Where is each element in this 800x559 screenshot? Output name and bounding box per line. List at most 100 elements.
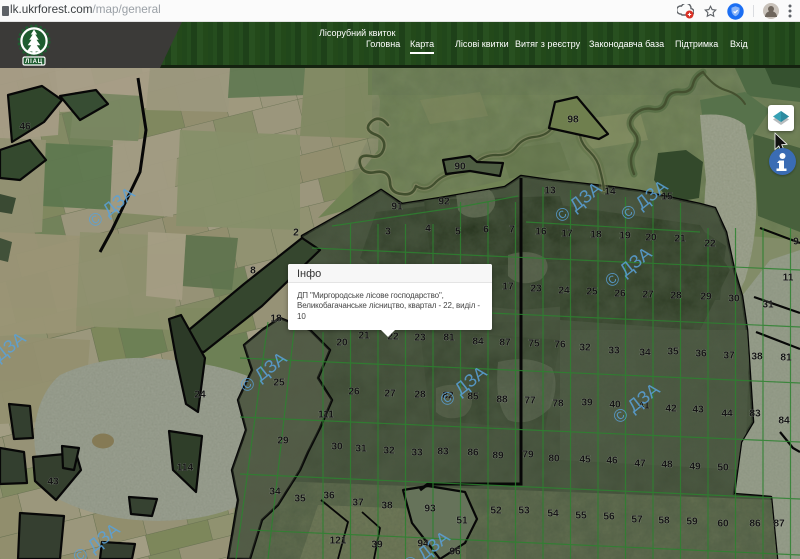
svg-text:7: 7 [509,225,515,236]
svg-text:34: 34 [269,487,281,498]
svg-text:35: 35 [667,347,679,358]
svg-text:58: 58 [658,516,670,527]
svg-text:26: 26 [348,387,360,398]
svg-text:88: 88 [496,395,508,406]
svg-text:60: 60 [717,519,729,530]
svg-text:37: 37 [723,351,735,362]
svg-text:121: 121 [330,536,347,547]
svg-text:20: 20 [336,338,348,349]
svg-text:80: 80 [548,454,560,465]
svg-text:31: 31 [355,444,367,455]
svg-text:25: 25 [586,287,598,298]
svg-text:46: 46 [606,456,618,467]
svg-text:56: 56 [603,512,615,523]
svg-text:23: 23 [414,333,426,344]
svg-text:28: 28 [670,291,682,302]
svg-text:20: 20 [645,233,657,244]
svg-text:91: 91 [391,202,403,213]
svg-text:75: 75 [528,339,540,350]
svg-text:19: 19 [619,231,631,242]
svg-text:76: 76 [554,340,566,351]
svg-text:89: 89 [492,451,504,462]
svg-text:38: 38 [751,352,763,363]
svg-text:77: 77 [524,396,536,407]
svg-text:9: 9 [793,237,799,248]
svg-text:98: 98 [567,115,579,126]
svg-text:46: 46 [19,122,31,133]
svg-text:93: 93 [424,504,436,515]
svg-text:78: 78 [552,399,564,410]
svg-text:53: 53 [518,506,530,517]
svg-text:30: 30 [331,442,343,453]
svg-text:4: 4 [425,224,431,235]
svg-text:49: 49 [689,462,701,473]
svg-text:83: 83 [749,409,761,420]
svg-text:29: 29 [277,436,289,447]
svg-text:3: 3 [385,227,391,238]
svg-text:84: 84 [778,416,790,427]
svg-text:114: 114 [177,463,194,474]
svg-text:87: 87 [499,338,511,349]
svg-text:44: 44 [721,409,733,420]
svg-text:45: 45 [579,455,591,466]
svg-text:57: 57 [631,515,643,526]
svg-text:23: 23 [530,284,542,295]
svg-text:43: 43 [47,477,59,488]
svg-text:11: 11 [783,273,794,284]
svg-text:27: 27 [384,389,396,400]
svg-text:5: 5 [455,227,461,238]
svg-text:27: 27 [642,290,654,301]
svg-text:25: 25 [273,378,285,389]
svg-text:17: 17 [502,282,514,293]
svg-text:84: 84 [472,337,484,348]
svg-text:36: 36 [323,491,335,502]
svg-text:18: 18 [270,314,282,325]
svg-text:13: 13 [544,186,556,197]
svg-text:51: 51 [456,516,468,527]
svg-text:92: 92 [438,197,450,208]
svg-text:18: 18 [590,230,602,241]
svg-text:42: 42 [665,404,677,415]
svg-text:86: 86 [467,448,479,459]
svg-text:28: 28 [414,390,426,401]
svg-text:21: 21 [358,331,370,342]
svg-text:111: 111 [318,410,334,421]
svg-text:50: 50 [717,463,729,474]
svg-text:52: 52 [490,506,502,517]
svg-text:21: 21 [674,234,686,245]
svg-text:47: 47 [634,459,646,470]
svg-text:39: 39 [371,540,383,551]
svg-text:37: 37 [352,498,364,509]
svg-text:87: 87 [773,519,785,530]
svg-text:33: 33 [608,346,620,357]
svg-text:24: 24 [194,390,206,401]
svg-text:14: 14 [604,187,616,198]
svg-text:36: 36 [695,349,707,360]
svg-text:24: 24 [558,286,570,297]
svg-text:30: 30 [728,294,740,305]
svg-text:22: 22 [704,239,716,250]
svg-text:86: 86 [749,519,761,530]
svg-text:59: 59 [686,517,698,528]
svg-text:34: 34 [639,348,651,359]
svg-text:81: 81 [780,353,792,364]
svg-text:26: 26 [614,289,626,300]
svg-text:55: 55 [575,511,587,522]
svg-text:32: 32 [383,446,395,457]
svg-text:2: 2 [293,228,299,239]
svg-text:96: 96 [449,547,461,558]
svg-text:38: 38 [381,501,393,512]
svg-text:33: 33 [411,448,423,459]
svg-text:29: 29 [700,292,712,303]
svg-text:81: 81 [443,333,455,344]
svg-text:32: 32 [579,343,591,354]
svg-text:35: 35 [294,494,306,505]
svg-text:8: 8 [250,266,256,277]
svg-text:90: 90 [454,162,466,173]
svg-text:43: 43 [692,405,704,416]
svg-text:83: 83 [437,447,449,458]
svg-text:17: 17 [561,229,573,240]
svg-text:16: 16 [535,227,547,238]
svg-text:54: 54 [547,509,559,520]
svg-text:48: 48 [661,460,673,471]
